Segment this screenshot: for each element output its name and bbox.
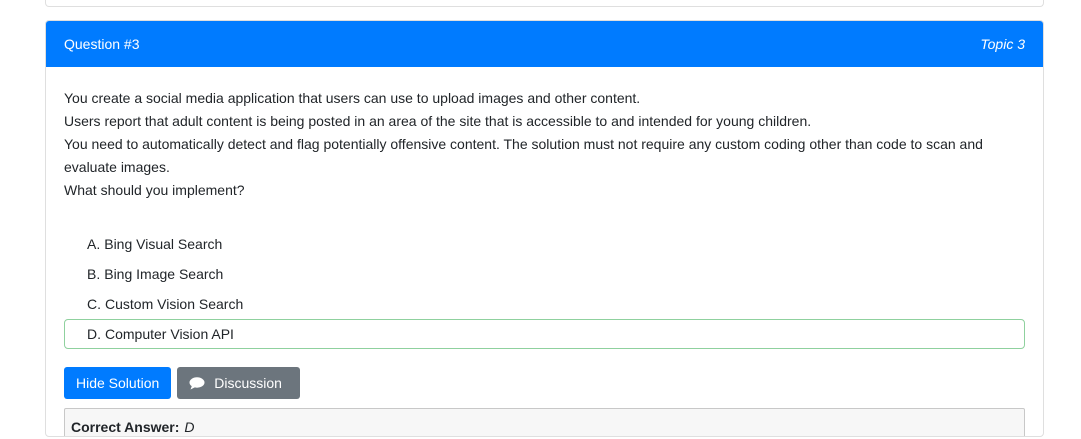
- choice-text: Bing Visual Search: [104, 236, 223, 252]
- question-text: You create a social media application th…: [64, 87, 1025, 202]
- choice-c[interactable]: C. Custom Vision Search: [64, 289, 1025, 319]
- correct-answer-value: D: [184, 419, 195, 435]
- choices-list: A. Bing Visual Search B. Bing Image Sear…: [64, 229, 1025, 349]
- question-line: You need to automatically detect and fla…: [64, 136, 983, 175]
- question-line: What should you implement?: [64, 182, 245, 198]
- choice-text: Custom Vision Search: [105, 296, 244, 312]
- discussion-label: Discussion: [214, 375, 282, 391]
- choice-letter: D.: [87, 326, 101, 342]
- correct-answer-label: Correct Answer:: [71, 419, 180, 435]
- question-body: You create a social media application th…: [46, 67, 1043, 436]
- choice-letter: C.: [87, 296, 101, 312]
- hide-solution-button[interactable]: Hide Solution: [64, 367, 172, 399]
- discussion-button[interactable]: Discussion: [177, 367, 300, 399]
- question-line: You create a social media application th…: [64, 90, 641, 106]
- choice-a[interactable]: A. Bing Visual Search: [64, 229, 1025, 259]
- question-number: Question #3: [64, 36, 140, 52]
- choice-b[interactable]: B. Bing Image Search: [64, 259, 1025, 289]
- topic-label: Topic 3: [980, 36, 1025, 52]
- speech-bubble-icon: [189, 376, 205, 390]
- choice-d-correct[interactable]: D. Computer Vision API: [64, 319, 1025, 349]
- choice-letter: A.: [87, 236, 101, 252]
- question-card: Question #3 Topic 3 You create a social …: [45, 20, 1044, 437]
- choice-text: Bing Image Search: [104, 266, 224, 282]
- question-line: Users report that adult content is being…: [64, 113, 812, 129]
- previous-card-edge: [45, 0, 1044, 7]
- choice-letter: B.: [87, 266, 101, 282]
- correct-answer-box: Correct Answer: D: [64, 408, 1025, 436]
- action-buttons: Hide Solution Discussion: [64, 367, 1025, 399]
- choice-text: Computer Vision API: [105, 326, 234, 342]
- question-header: Question #3 Topic 3: [46, 21, 1043, 67]
